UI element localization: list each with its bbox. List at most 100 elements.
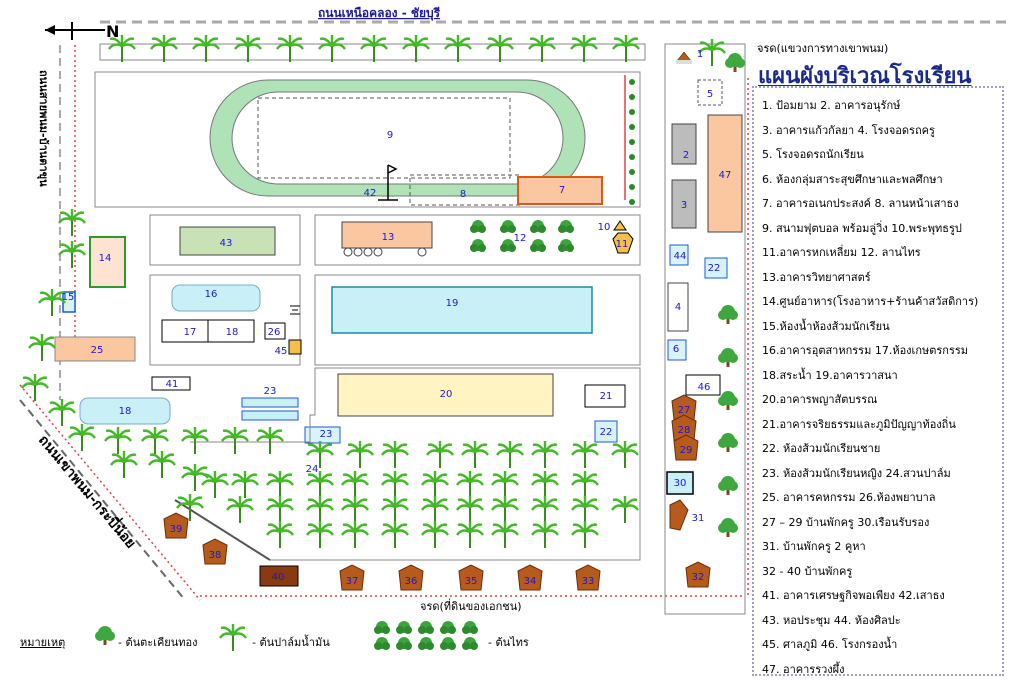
building-number: 32 (692, 572, 705, 583)
banyan-tree (530, 220, 546, 233)
legend-item: 31. บ้านพักครู 2 คูหา (762, 535, 1004, 560)
palm-tree (572, 521, 598, 548)
north-arrow-icon: N (45, 22, 119, 41)
building-number: 21 (600, 391, 613, 402)
legend-item: 23. ห้องส้วมนักเรียนหญิง 24.สวนปาล์ม (762, 462, 1004, 487)
legend-item: 1. ป้อมยาม 2. อาคารอนุรักษ์ (762, 94, 1004, 119)
palm-tree (571, 35, 597, 62)
golden-teak-tree (718, 305, 738, 324)
building-number: 30 (674, 478, 687, 489)
building-number: 37 (346, 576, 359, 587)
legend-item: 43. หอประชุม 44. ห้องศิลปะ (762, 609, 1004, 634)
palm-tree (457, 471, 483, 498)
legend-list: 1. ป้อมยาม 2. อาคารอนุรักษ์3. อาคารแก้วก… (762, 94, 1004, 682)
palm-tree (49, 399, 75, 426)
girls-toilet-b (242, 411, 298, 420)
buddha-statue-icon (614, 221, 626, 230)
legend-item: 15.ห้องน้ำห้องส้วมนักเรียน (762, 315, 1004, 340)
palm-tree (462, 441, 488, 468)
legend-item: 41. อาคารเศรษฐกิจพอเพียง 42.เสาธง (762, 584, 1004, 609)
building-number: 9 (387, 130, 393, 141)
key-heading: หมายเหตุ (20, 633, 65, 651)
palm-tree (111, 451, 137, 478)
palm-tree (109, 35, 135, 62)
palm-tree (532, 521, 558, 548)
building-number: 31 (692, 513, 705, 524)
building-number: 17 (184, 327, 197, 338)
palm-tree (532, 471, 558, 498)
palm-tree (342, 521, 368, 548)
palm-tree (267, 471, 293, 498)
palm-tree (382, 496, 408, 523)
building-number: 19 (446, 298, 459, 309)
palm-tree (532, 441, 558, 468)
palm-tree (182, 427, 208, 454)
palm-tree (492, 521, 518, 548)
golden-teak-tree (718, 433, 738, 452)
building-number: 33 (582, 576, 595, 587)
building-number: 7 (559, 185, 565, 196)
legend-item: 32 - 40 บ้านพักครู (762, 560, 1004, 585)
building-number: 12 (514, 233, 527, 244)
palm-tree (193, 35, 219, 62)
top-right-road-label: จรด(แขวงการทางเขาพนม) (757, 42, 888, 55)
legend-item: 45. ศาลภูมิ 46. โรงกรองน้ำ (762, 633, 1004, 658)
palm-tree (307, 521, 333, 548)
building-number: 5 (707, 89, 713, 100)
legend-item: 9. สนามฟุตบอล พร้อมลู่วิ่ง 10.พระพุทธรูป (762, 217, 1004, 242)
palm-tree (319, 35, 345, 62)
palm-tree (613, 35, 639, 62)
science-wheels (344, 248, 426, 256)
building-number: 16 (205, 289, 218, 300)
palm-tree (22, 374, 48, 401)
palm-tree (342, 496, 368, 523)
palm-tree (612, 441, 638, 468)
palm-tree (59, 241, 85, 268)
palm-tree (403, 35, 429, 62)
palm-tree (427, 441, 453, 468)
key-tree2-label: - ต้นปาล์มน้ำมัน (252, 633, 330, 651)
palm-tree (572, 496, 598, 523)
building-number: 23 (264, 386, 277, 397)
key-tree3-label: - ต้นไทร (488, 633, 529, 651)
building-number: 47 (719, 170, 732, 181)
palm-tree (347, 441, 373, 468)
building-number: 1 (697, 49, 703, 60)
palm-tree (422, 521, 448, 548)
spirit-shrine-icon (289, 306, 301, 354)
palm-tree (422, 471, 448, 498)
palm-tree (572, 441, 598, 468)
palm-icon (218, 623, 248, 653)
golden-teak-tree (718, 348, 738, 367)
banyan-tree (558, 220, 574, 233)
guard-post-icon (676, 52, 692, 64)
palm-tree (487, 35, 513, 62)
palm-tree (445, 35, 471, 62)
palm-tree (267, 521, 293, 548)
west-road-label: ถนนสายพนม-บ้านตาขุน (36, 70, 50, 187)
building-number: 38 (209, 550, 222, 561)
legend-item: 16.อาคารอุตสาหกรรม 17.ห้องเกษตรกรรม (762, 339, 1004, 364)
tree-icon (92, 623, 118, 649)
palm-tree (105, 427, 131, 454)
building-number: 13 (382, 232, 395, 243)
palm-tree (382, 521, 408, 548)
palm-tree (222, 427, 248, 454)
legend-item: 3. อาคารแก้วกัลยา 4. โรงจอดรถครู (762, 119, 1004, 144)
legend-item: 18.สระน้ำ 19.อาคารวาสนา (762, 364, 1004, 389)
palm-tree (232, 471, 258, 498)
palm-tree (422, 496, 448, 523)
legend-item: 11.อาคารหกเหลี่ยม 12. ลานไทร (762, 241, 1004, 266)
south-road-label: จรด(ที่ดินของเอกชน) (420, 598, 522, 613)
palm-tree (307, 496, 333, 523)
building-number: 26 (268, 327, 281, 338)
building-number: 22 (708, 263, 721, 274)
building-number: 27 (678, 405, 691, 416)
palm-tree (342, 471, 368, 498)
palm-tree (151, 35, 177, 62)
building-number: 8 (460, 189, 466, 200)
building-number: 39 (170, 524, 183, 535)
palm-tree (382, 471, 408, 498)
palm-tree (497, 441, 523, 468)
teacher-house-31 (670, 500, 688, 530)
